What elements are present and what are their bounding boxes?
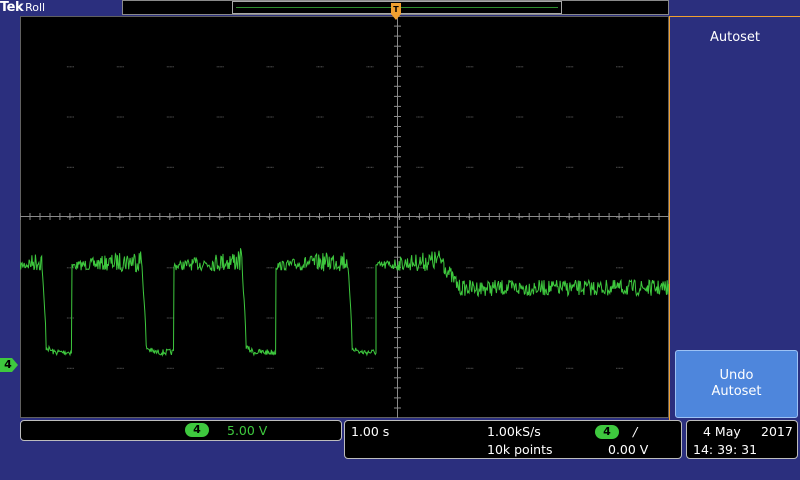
date: 4 May bbox=[703, 424, 741, 439]
channel-4-marker-label: 4 bbox=[4, 358, 12, 371]
channel-4-scale: 5.00 V bbox=[227, 423, 268, 438]
record-length: 10k points bbox=[487, 442, 553, 457]
date-time-panel: 4 May 2017 14: 39: 31 bbox=[686, 420, 798, 459]
channel-4-badge: 4 bbox=[185, 423, 209, 437]
side-menu-title: Autoset bbox=[709, 30, 761, 45]
horizontal-scale: 1.00 s bbox=[351, 424, 390, 439]
tek-logo: Tek Roll bbox=[0, 0, 45, 16]
graticule-and-trace bbox=[20, 16, 669, 418]
acquisition-mode-label: Roll bbox=[25, 1, 46, 14]
trigger-source-badge: 4 bbox=[595, 425, 619, 439]
undo-autoset-label-line2: Autoset bbox=[711, 384, 762, 399]
time: 14: 39: 31 bbox=[693, 442, 758, 457]
sample-rate: 1.00kS/s bbox=[487, 424, 541, 439]
center-crosshair bbox=[20, 16, 669, 418]
trigger-slope-icon: / bbox=[633, 424, 638, 439]
undo-autoset-label-line1: Undo bbox=[719, 368, 754, 383]
timebase-trigger-panel[interactable]: 1.00 s 1.00kS/s 10k points 4 / 0.00 V bbox=[344, 420, 682, 459]
brand-label: Tek bbox=[0, 0, 24, 15]
channel-4-ground-marker[interactable]: 4 bbox=[0, 357, 19, 373]
trigger-position-icon[interactable]: T bbox=[389, 0, 403, 22]
year: 2017 bbox=[761, 424, 793, 439]
channel-readout-panel[interactable]: 4 5.00 V bbox=[20, 420, 342, 441]
trigger-level: 0.00 V bbox=[608, 442, 649, 457]
svg-text:T: T bbox=[393, 5, 399, 14]
channel-4-trace bbox=[20, 248, 669, 357]
axis-ticks bbox=[20, 16, 669, 409]
undo-autoset-button[interactable]: Undo Autoset bbox=[675, 350, 798, 418]
